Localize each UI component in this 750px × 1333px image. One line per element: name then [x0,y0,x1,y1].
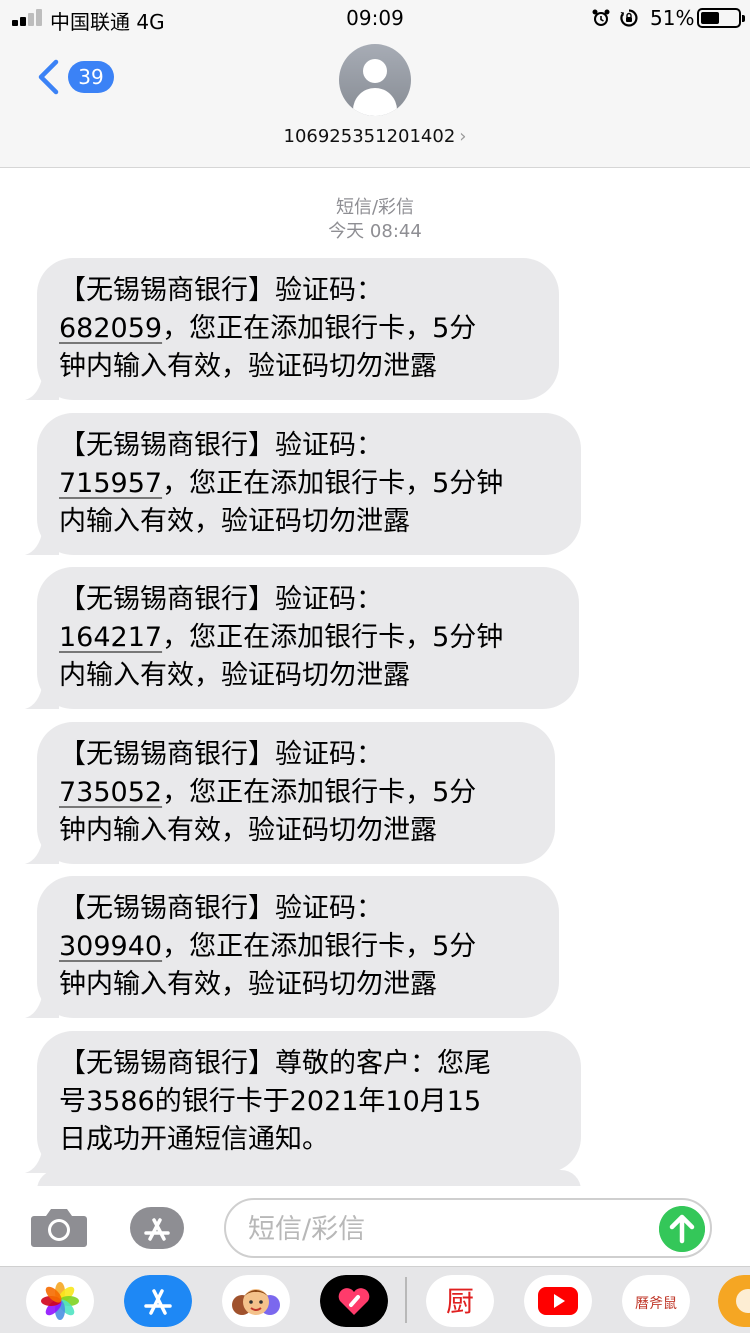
message-text: ，您正在添加银行卡，5分 [162,313,477,344]
back-button[interactable]: 39 [34,58,114,96]
imessage-app-drawer: 厨 曆斧鼠 [0,1266,750,1333]
message-line: 钟内输入有效，验证码切勿泄露 [59,815,437,846]
stamp-app-glyph: 曆斧鼠 [635,1296,677,1312]
message-line: 【无锡锡商银行】验证码： [59,275,383,306]
alarm-icon [592,9,610,26]
message-text: ，您正在添加银行卡，5分 [162,777,477,808]
send-button[interactable] [659,1206,705,1252]
youtube-icon[interactable] [524,1275,592,1327]
conversation-header: 39 106925351201402 › [0,36,750,168]
message-bubble[interactable]: 【无锡锡商银行】验证码： 715957，您正在添加银行卡，5分钟 内输入有效，验证码… [25,413,581,555]
message-line: 164217，您正在添加银行卡，5分钟 [59,619,557,657]
app-store-icon[interactable] [124,1275,192,1327]
message-line: 钟内输入有效，验证码切勿泄露 [59,351,437,382]
stamp-app-icon[interactable]: 曆斧鼠 [622,1275,690,1327]
message-line: 内输入有效，验证码切勿泄露 [59,660,410,691]
digital-touch-icon[interactable] [320,1275,388,1327]
status-bar: 中国联通 4G 09:09 51% [0,0,750,36]
chevron-right-icon: › [459,126,467,147]
contact-number[interactable]: 106925351201402 › [0,126,750,147]
bubble-tail [25,992,59,1018]
verification-code-link[interactable]: 715957 [59,468,162,499]
partial-app-icon[interactable] [718,1275,750,1327]
message-line: 内输入有效，验证码切勿泄露 [59,506,410,537]
verification-code-link[interactable]: 735052 [59,777,162,808]
message-line: 735052，您正在添加银行卡，5分 [59,774,533,812]
person-icon [363,59,387,83]
message-bubble[interactable]: 【无锡锡商银行】验证码： 309940，您正在添加银行卡，5分 钟内输入有效，验证码… [25,876,559,1018]
verification-code-link[interactable]: 309940 [59,931,162,962]
message-bubble[interactable]: 【无锡锡商银行】验证码： 735052，您正在添加银行卡，5分 钟内输入有效，验证码… [25,722,555,864]
bubble-tail [25,374,59,400]
message-line: 日成功开通短信通知。 [59,1124,329,1155]
camera-icon[interactable] [30,1206,88,1248]
thread-timestamp: 今天 08:44 [328,221,422,242]
photos-icon[interactable] [26,1275,94,1327]
message-line: 号3586的银行卡于2021年10月15 [59,1086,482,1117]
message-text: ，您正在添加银行卡，5分钟 [162,468,504,499]
message-line: 309940，您正在添加银行卡，5分 [59,928,537,966]
chevron-left-icon [38,59,59,95]
message-line: 【无锡锡商银行】验证码： [59,430,383,461]
verification-code-link[interactable]: 164217 [59,622,162,653]
chu-app-icon[interactable]: 厨 [426,1275,494,1327]
unread-count-badge: 39 [68,61,114,93]
chu-app-glyph: 厨 [446,1285,474,1318]
bubble-tail [25,683,59,709]
message-type-label: 短信/彩信 [335,197,415,218]
battery-icon [697,8,745,28]
message-bubble[interactable]: 【无锡锡商银行】尊敬的客户：您尾 号3586的银行卡于2021年10月15 日成功开… [25,1031,581,1173]
bubble-tail [25,1147,59,1173]
contact-number-text: 106925351201402 [283,126,456,147]
message-line: 【无锡锡商银行】验证码： [59,584,383,615]
composer-bar [0,1186,750,1266]
message-line: 钟内输入有效，验证码切勿泄露 [59,969,437,1000]
message-bubble[interactable]: 【无锡锡商银行】验证码： 682059，您正在添加银行卡，5分 钟内输入有效，验证码… [25,258,559,400]
verification-code-link[interactable]: 682059 [59,313,162,344]
rotation-lock-icon [620,9,638,27]
message-input[interactable] [224,1198,712,1258]
drawer-divider [405,1277,407,1323]
message-line: 【无锡锡商银行】验证码： [59,739,383,770]
bubble-tail [25,838,59,864]
message-line: 【无锡锡商银行】验证码： [59,893,383,924]
message-line: 715957，您正在添加银行卡，5分钟 [59,465,559,503]
message-text: ，您正在添加银行卡，5分钟 [162,622,504,653]
memoji-icon[interactable] [222,1275,290,1327]
message-bubble[interactable]: 【无锡锡商银行】验证码： 164217，您正在添加银行卡，5分钟 内输入有效，验证码… [25,567,579,709]
contact-avatar[interactable] [339,44,411,116]
app-store-icon[interactable] [128,1205,186,1251]
bubble-tail [25,529,59,555]
message-text-field[interactable] [248,1210,648,1248]
message-line: 682059，您正在添加银行卡，5分 [59,310,537,348]
message-text: ，您正在添加银行卡，5分 [162,931,477,962]
message-line: 【无锡锡商银行】尊敬的客户：您尾 [59,1048,491,1079]
battery-percentage: 51% [650,6,695,30]
